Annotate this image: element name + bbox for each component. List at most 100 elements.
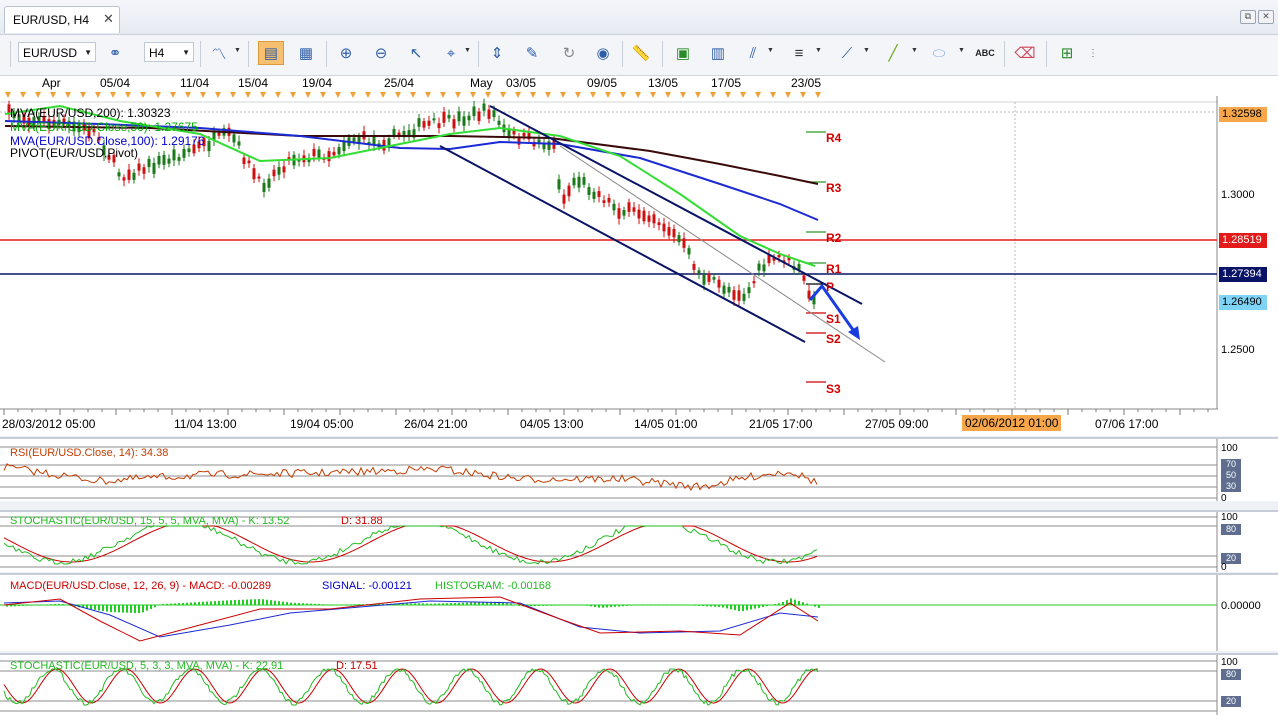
fan-lines-icon[interactable]: ⟋ xyxy=(834,41,860,65)
image-icon[interactable]: ▣ xyxy=(670,41,696,65)
candle-body xyxy=(332,151,336,156)
fit-chart-icon[interactable]: ⇕ xyxy=(484,41,510,65)
rsi-axis-label: 50 xyxy=(1221,470,1241,481)
candle-body xyxy=(407,130,411,136)
macd-histogram-bar xyxy=(34,604,36,606)
text-tool-icon[interactable]: ABC xyxy=(972,41,998,65)
chevron-down-icon[interactable]: ▼ xyxy=(958,47,965,54)
close-tab-icon[interactable]: ✕ xyxy=(103,11,114,27)
macd-histogram-bar xyxy=(58,603,60,606)
macd-histogram-bar xyxy=(62,604,64,606)
globe-icon[interactable]: ◉ xyxy=(590,41,616,65)
period-marker xyxy=(230,92,236,98)
macd-panel[interactable]: MACD(EUR/USD.Close, 12, 26, 9) - MACD: -… xyxy=(0,573,1278,651)
macd-histogram-bar xyxy=(346,604,348,606)
period-marker xyxy=(245,92,251,98)
timeframe-select[interactable]: H4 ▼ xyxy=(144,42,194,62)
candle-body xyxy=(637,209,641,219)
macd-histogram-bar xyxy=(218,600,220,606)
stochastic-slow-panel[interactable]: STOCHASTIC(EUR/USD, 15, 5, 5, MVA, MVA) … xyxy=(0,510,1278,573)
price-chart[interactable]: Apr 05/04 11/04 15/04 19/04 25/04 May 03… xyxy=(0,76,1278,436)
chevron-down-icon[interactable]: ▼ xyxy=(863,47,870,54)
template-icon[interactable]: ▥ xyxy=(705,41,731,65)
candle-body xyxy=(167,158,171,164)
data-window-icon[interactable]: ▤ xyxy=(258,41,284,65)
macd-histogram-bar xyxy=(474,602,476,606)
macd-histogram-bar xyxy=(662,604,664,606)
top-date-label: 23/05 xyxy=(791,76,822,90)
toolbar-separator xyxy=(662,41,663,67)
chart-tab[interactable]: EUR/USD, H4 ✕ xyxy=(4,6,120,33)
candle-body xyxy=(562,194,566,204)
symbol-select[interactable]: EUR/USD ▼ xyxy=(18,42,96,62)
macd-histogram-bar xyxy=(566,604,568,606)
candle-body xyxy=(207,140,211,152)
top-date-label: 11/04 xyxy=(180,76,210,90)
macd-histogram-bar xyxy=(294,602,296,606)
macd-histogram-bar xyxy=(338,604,340,606)
candle-body xyxy=(557,179,561,190)
chevron-down-icon[interactable]: ▼ xyxy=(767,47,774,54)
period-marker xyxy=(320,92,326,98)
toolbar-separator xyxy=(622,41,623,67)
line-tools-icon[interactable]: ⫽ xyxy=(740,41,766,65)
candle-body xyxy=(652,214,656,224)
macd-histogram-bar xyxy=(42,604,44,606)
candle-body xyxy=(697,270,701,274)
candle-body xyxy=(547,141,551,150)
macd-histogram-bar xyxy=(198,602,200,606)
symbol-link-icon[interactable]: ⚭ xyxy=(102,41,128,65)
close-window-icon[interactable]: ✕ xyxy=(1258,10,1274,24)
macd-axis-label: 0.00000 xyxy=(1221,600,1261,612)
cursor-icon[interactable]: ↖ xyxy=(403,41,429,65)
rsi-title: RSI(EUR/USD.Close, 14): 34.38 xyxy=(10,447,169,459)
candle-body xyxy=(572,177,576,186)
candle-body xyxy=(437,123,441,129)
stochastic-slow-axis: 100 xyxy=(1221,512,1238,523)
macd-histogram-bar xyxy=(506,602,508,606)
period-marker xyxy=(275,92,281,98)
stochastic-fast-panel[interactable]: STOCHASTIC(EUR/USD, 5, 3, 3, MVA, MVA) -… xyxy=(0,653,1278,715)
macd-histogram-bar xyxy=(646,604,648,606)
candle-body xyxy=(647,215,651,222)
toolbar-overflow-icon[interactable]: ⋮ xyxy=(1086,41,1100,65)
macd-histogram-bar xyxy=(802,602,804,606)
candle-body xyxy=(172,149,176,161)
trend-line-icon[interactable]: ╱ xyxy=(880,41,906,65)
chevron-down-icon[interactable]: ▼ xyxy=(234,47,241,54)
chart-type-icon[interactable]: 〽 xyxy=(206,41,232,65)
hierarchy-icon[interactable]: ⊞ xyxy=(1054,41,1080,65)
chevron-down-icon[interactable]: ▼ xyxy=(911,47,918,54)
ellipse-icon[interactable]: ⬭ xyxy=(926,41,952,65)
macd-histogram-bar xyxy=(306,603,308,606)
price-axis-label: 1.2500 xyxy=(1221,344,1255,356)
zoom-in-icon[interactable]: ⊕ xyxy=(333,41,359,65)
macd-histogram-bar xyxy=(182,602,184,606)
eraser-icon[interactable]: ⌫ xyxy=(1012,41,1038,65)
macd-histogram-bar xyxy=(410,603,412,606)
restore-window-icon[interactable]: ⧉ xyxy=(1240,10,1256,24)
horizontal-lines-icon[interactable]: ≡ xyxy=(786,41,812,65)
macd-histogram-bar xyxy=(590,605,592,607)
chevron-down-icon[interactable]: ▼ xyxy=(464,47,471,54)
edit-chart-icon[interactable]: ✎ xyxy=(519,41,545,65)
rsi-panel[interactable]: RSI(EUR/USD.Close, 14): 34.38 100 70 50 … xyxy=(0,437,1278,504)
refresh-icon[interactable]: ↻ xyxy=(556,41,582,65)
macd-histogram-bar xyxy=(110,605,112,613)
bottom-date-label: 28/03/2012 05:00 xyxy=(2,417,96,431)
candle-body xyxy=(462,116,466,126)
crosshair-icon[interactable]: ⌖ xyxy=(438,41,464,65)
macd-histogram-bar xyxy=(22,605,24,606)
ruler-icon[interactable]: 📏 xyxy=(628,41,654,65)
candle-body xyxy=(137,163,141,171)
properties-icon[interactable]: ▦ xyxy=(293,41,319,65)
period-marker xyxy=(95,92,101,98)
macd-histogram-bar xyxy=(706,605,708,607)
candle-body xyxy=(187,148,191,153)
macd-histogram-bar xyxy=(430,603,432,606)
chevron-down-icon[interactable]: ▼ xyxy=(815,47,822,54)
candle-body xyxy=(267,178,271,188)
zoom-out-icon[interactable]: ⊖ xyxy=(368,41,394,65)
rsi-axis-label: 100 xyxy=(1221,443,1238,454)
macd-histogram-bar xyxy=(270,600,272,606)
